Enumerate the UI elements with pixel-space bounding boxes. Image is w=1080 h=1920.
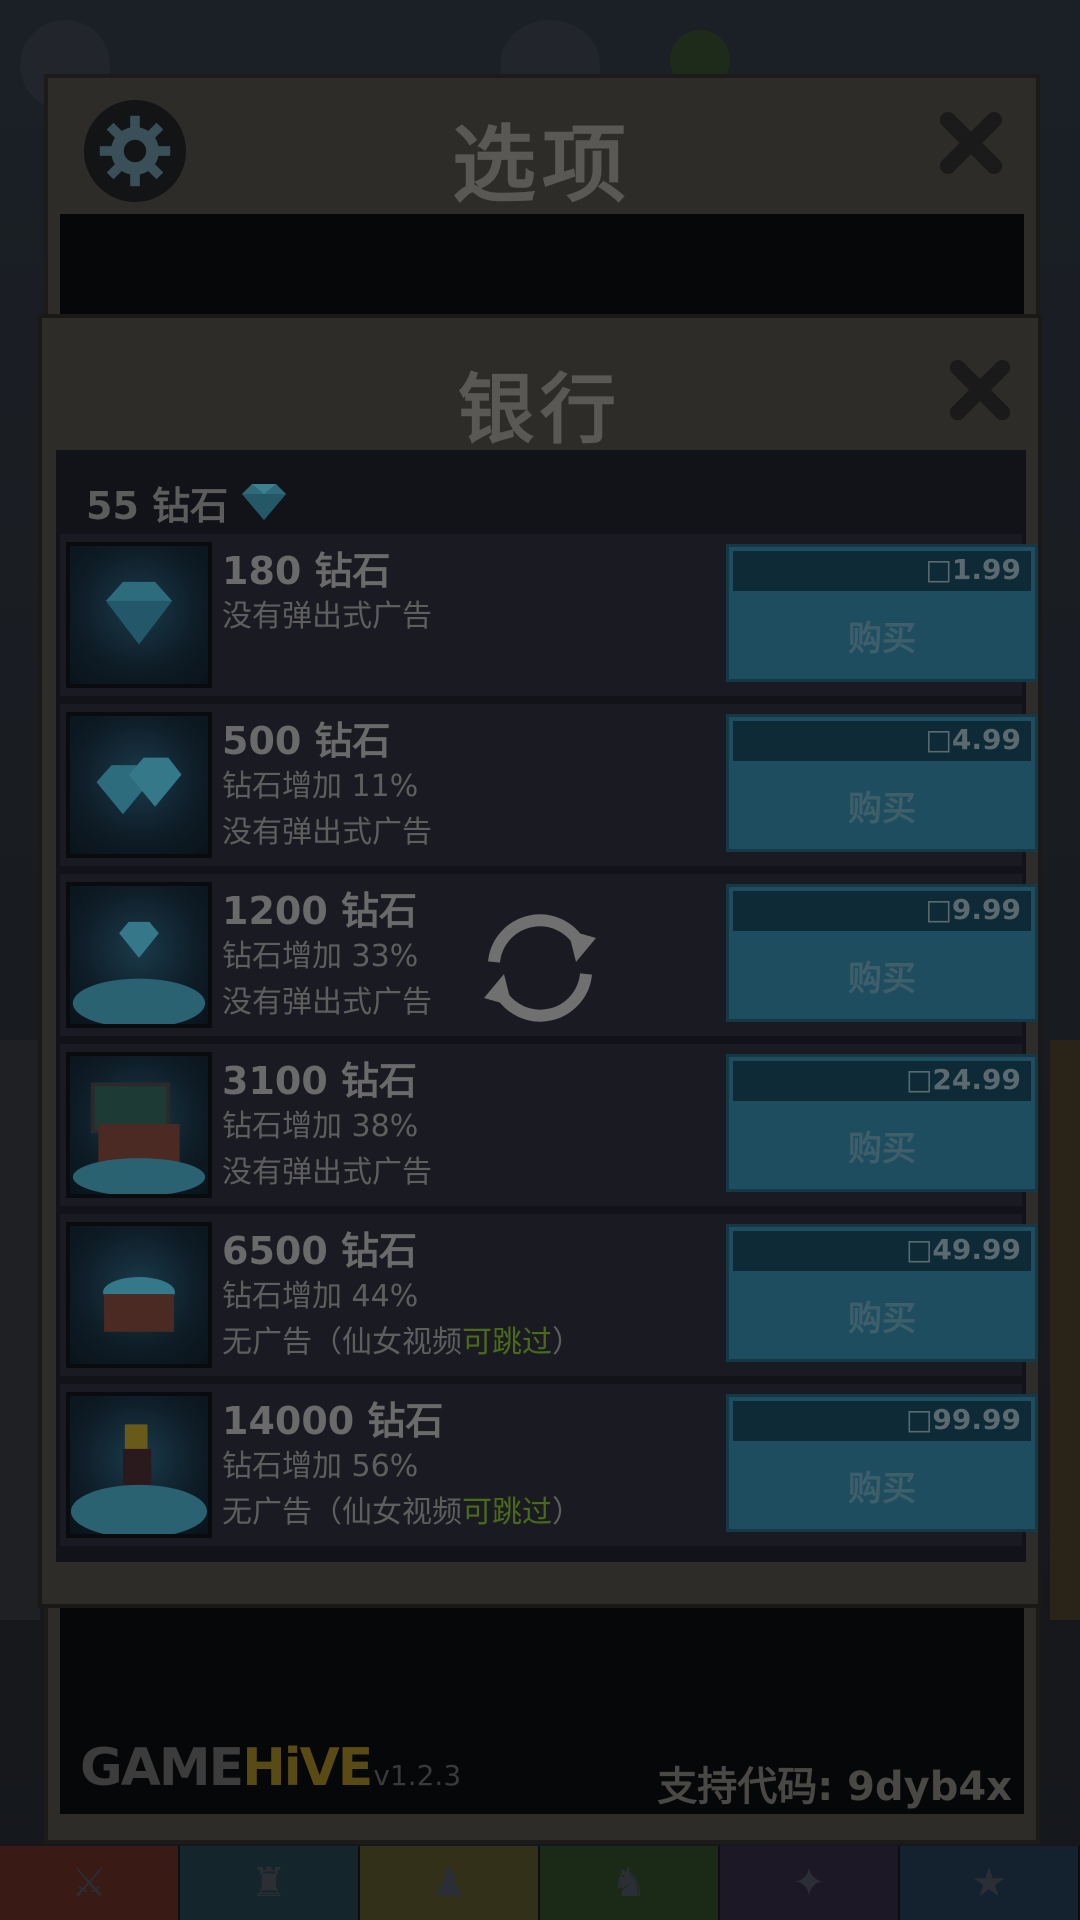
buy-button[interactable]: □99.99 购买 <box>726 1394 1038 1532</box>
pack-row: 14000 钻石 钻石增加 56% 无广告（仙女视频可跳过） □99.99 购买 <box>60 1384 1038 1546</box>
buy-label: 购买 <box>848 959 916 999</box>
price-label: □9.99 <box>925 893 1021 926</box>
pack-bonus: 钻石增加 44% <box>222 1279 419 1314</box>
version-label: v1.2.3 <box>373 1759 462 1792</box>
pack-name: 180 钻石 <box>222 549 391 593</box>
shirt-tab-icon[interactable]: ♟ <box>360 1846 540 1920</box>
skippable-label: 可跳过 <box>462 1325 552 1360</box>
bg-left-strip <box>0 1040 40 1620</box>
bank-title: 银行 <box>458 365 622 454</box>
buy-button[interactable]: □49.99 购买 <box>726 1224 1038 1362</box>
pack-desc: 无广告（仙女视频可跳过） <box>222 1325 582 1360</box>
buy-label: 购买 <box>848 1469 916 1509</box>
pack-name: 1200 钻石 <box>222 889 417 933</box>
buy-label: 购买 <box>848 1129 916 1169</box>
pack-bonus: 钻石增加 56% <box>222 1449 419 1484</box>
pack-row: 3100 钻石 钻石增加 38% 没有弹出式广告 □24.99 购买 <box>60 1044 1038 1206</box>
magic-tab-icon[interactable]: ✦ <box>720 1846 900 1920</box>
pack-desc: 没有弹出式广告 <box>222 985 432 1020</box>
buy-button[interactable]: □9.99 购买 <box>726 884 1038 1022</box>
diamond-pack-small-icon <box>66 542 212 688</box>
pack-desc: 没有弹出式广告 <box>222 1155 432 1190</box>
pack-desc: 没有弹出式广告 <box>222 815 432 850</box>
pack-name: 3100 钻石 <box>222 1059 417 1103</box>
options-close-icon[interactable] <box>936 108 1006 178</box>
pet-tab-icon[interactable]: ♞ <box>540 1846 720 1920</box>
hero-in-diamonds-icon <box>66 1392 212 1538</box>
pack-row: 6500 钻石 钻石增加 44% 无广告（仙女视频可跳过） □49.99 购买 <box>60 1214 1038 1376</box>
buy-button[interactable]: □1.99 购买 <box>726 544 1038 682</box>
buy-label: 购买 <box>848 619 916 659</box>
pack-row: 180 钻石 没有弹出式广告 □1.99 购买 <box>60 534 1038 696</box>
pack-bonus: 钻石增加 11% <box>222 769 419 804</box>
price-label: □1.99 <box>925 553 1021 586</box>
diamond-icon <box>242 484 287 520</box>
armor-tab-icon[interactable]: ♜ <box>180 1846 360 1920</box>
price-label: □99.99 <box>905 1403 1021 1436</box>
buy-label: 购买 <box>848 789 916 829</box>
pack-desc: 没有弹出式广告 <box>222 599 432 634</box>
skippable-label: 可跳过 <box>462 1495 552 1530</box>
pack-name: 14000 钻石 <box>222 1399 444 1443</box>
buy-button[interactable]: □4.99 购买 <box>726 714 1038 852</box>
loading-refresh-icon <box>484 914 596 1022</box>
bottom-tab-bar: ⚔ ♜ ♟ ♞ ✦ ★ <box>0 1846 1080 1920</box>
treasure-chest-icon <box>66 1052 212 1198</box>
bank-close-icon[interactable] <box>946 356 1014 424</box>
gamehive-logo: GAMEHiVEv1.2.3 <box>80 1738 462 1798</box>
pack-name: 500 钻石 <box>222 719 391 763</box>
price-label: □4.99 <box>925 723 1021 756</box>
sword-tab-icon[interactable]: ⚔ <box>0 1846 180 1920</box>
price-label: □24.99 <box>905 1063 1021 1096</box>
options-header: 选项 <box>48 78 1036 214</box>
buy-label: 购买 <box>848 1299 916 1339</box>
support-code: 支持代码: 9dyb4x <box>657 1764 1012 1810</box>
price-label: □49.99 <box>905 1233 1021 1266</box>
pack-bonus: 钻石增加 38% <box>222 1109 419 1144</box>
bg-right-strip <box>1050 1040 1080 1620</box>
pack-desc: 无广告（仙女视频可跳过） <box>222 1495 582 1530</box>
diamond-balance: 55 钻石 <box>86 472 292 532</box>
diamond-pile-icon <box>66 882 212 1028</box>
diamond-crate-icon <box>66 1222 212 1368</box>
pack-name: 6500 钻石 <box>222 1229 417 1273</box>
options-title: 选项 <box>451 116 632 214</box>
star-tab-icon[interactable]: ★ <box>900 1846 1080 1920</box>
pack-bonus: 钻石增加 33% <box>222 939 419 974</box>
pack-row: 500 钻石 钻石增加 11% 没有弹出式广告 □4.99 购买 <box>60 704 1038 866</box>
diamond-pack-medium-icon <box>66 712 212 858</box>
buy-button[interactable]: □24.99 购买 <box>726 1054 1038 1192</box>
